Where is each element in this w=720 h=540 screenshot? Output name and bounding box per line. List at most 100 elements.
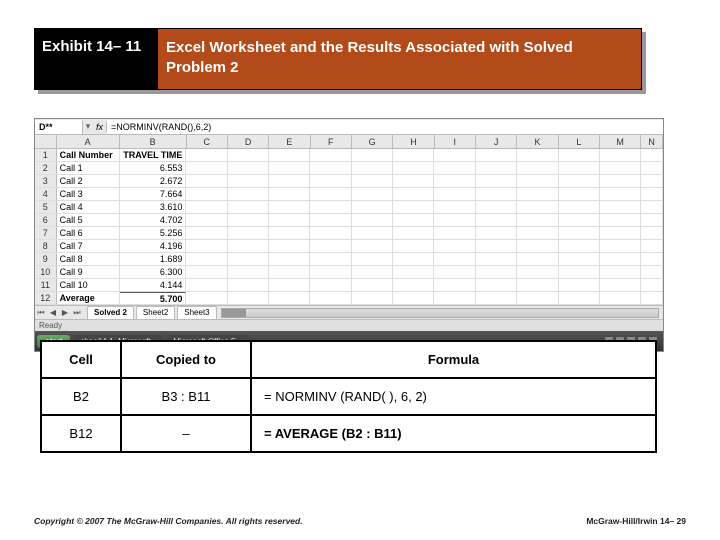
cell-a: Call 2 (57, 175, 120, 187)
td-cell: B12 (41, 415, 121, 452)
cell-empty (600, 201, 641, 213)
cell-empty (434, 188, 475, 200)
cell-empty (517, 214, 558, 226)
cell-empty (559, 279, 600, 291)
cell-empty (310, 175, 351, 187)
cell-empty (476, 240, 517, 252)
cell-empty (476, 175, 517, 187)
cell-empty (269, 188, 310, 200)
cell-a: Call 1 (57, 162, 120, 174)
cell-empty (310, 292, 351, 304)
cell-empty (476, 162, 517, 174)
row-header: 10 (35, 266, 57, 278)
cell-empty (641, 149, 663, 161)
formula-bar: D** ▾ fx =NORMINV(RAND(),6,2) (35, 119, 663, 135)
cell-empty (352, 188, 393, 200)
row-header: 4 (35, 188, 57, 200)
cell-empty (228, 227, 269, 239)
cell-empty (641, 240, 663, 252)
cell-empty (434, 201, 475, 213)
cell-a: Call 8 (57, 253, 120, 265)
row-header: 1 (35, 149, 57, 161)
cell-empty (434, 253, 475, 265)
cell-empty (186, 227, 227, 239)
cell-empty (269, 162, 310, 174)
cell-empty (559, 240, 600, 252)
cell-empty (517, 162, 558, 174)
cell-empty (641, 292, 663, 304)
td-formula: = AVERAGE (B2 : B11) (251, 415, 656, 452)
col-header-b: B (120, 135, 187, 148)
cell-empty (393, 253, 434, 265)
col-header-a: A (57, 135, 120, 148)
cell-empty (434, 162, 475, 174)
cell-b: TRAVEL TIME (120, 149, 187, 161)
cell-empty (352, 201, 393, 213)
row-header: 11 (35, 279, 57, 291)
cell-empty (269, 201, 310, 213)
copyright: Copyright © 2007 The McGraw-Hill Compani… (34, 516, 303, 526)
cell-empty (186, 292, 227, 304)
table-row: 1Call NumberTRAVEL TIME (35, 149, 663, 162)
cell-empty (186, 188, 227, 200)
cell-empty (393, 162, 434, 174)
cell-empty (600, 214, 641, 226)
tab-nav-last-icon: ⏭ (71, 308, 83, 318)
cell-empty (310, 201, 351, 213)
cell-empty (434, 175, 475, 187)
cell-empty (393, 240, 434, 252)
cell-empty (517, 266, 558, 278)
cell-b: 4.196 (120, 240, 187, 252)
cell-empty (269, 175, 310, 187)
cell-empty (310, 279, 351, 291)
cell-empty (641, 201, 663, 213)
row-header: 8 (35, 240, 57, 252)
status-bar: Ready (35, 319, 663, 331)
cell-empty (393, 175, 434, 187)
row-header: 2 (35, 162, 57, 174)
cell-empty (186, 214, 227, 226)
col-header-e: E (269, 135, 310, 148)
cell-empty (352, 227, 393, 239)
col-header-g: G (352, 135, 393, 148)
cell-empty (310, 149, 351, 161)
cell-empty (310, 188, 351, 200)
cell-empty (559, 162, 600, 174)
sheet-tab-2: Sheet2 (136, 306, 175, 319)
cell-b: 5.700 (120, 292, 187, 304)
cell-b: 4.144 (120, 279, 187, 291)
grid-body: 1Call NumberTRAVEL TIME2Call 16.5533Call… (35, 149, 663, 305)
td-cell: B2 (41, 378, 121, 415)
cell-a: Average (57, 292, 120, 304)
cell-b: 7.664 (120, 188, 187, 200)
td-copied: – (121, 415, 251, 452)
cell-empty (517, 279, 558, 291)
cell-empty (228, 175, 269, 187)
row-header: 3 (35, 175, 57, 187)
table-row: 9Call 81.689 (35, 253, 663, 266)
row-header: 9 (35, 253, 57, 265)
col-header-h: H (393, 135, 434, 148)
cell-empty (600, 175, 641, 187)
cell-b: 5.256 (120, 227, 187, 239)
cell-empty (641, 175, 663, 187)
cell-empty (310, 266, 351, 278)
cell-empty (476, 227, 517, 239)
table-row: 11Call 104.144 (35, 279, 663, 292)
cell-empty (352, 175, 393, 187)
cell-empty (476, 149, 517, 161)
cell-empty (352, 240, 393, 252)
cell-empty (269, 227, 310, 239)
th-cell: Cell (41, 341, 121, 378)
table-row: 5Call 43.610 (35, 201, 663, 214)
cell-empty (393, 201, 434, 213)
cell-empty (310, 240, 351, 252)
cell-empty (600, 188, 641, 200)
cell-empty (393, 292, 434, 304)
sheet-tabs: ⏮ ◀ ▶ ⏭ Solved 2 Sheet2 Sheet3 (35, 305, 663, 319)
cell-empty (393, 227, 434, 239)
td-copied: B3 : B11 (121, 378, 251, 415)
fx-icon: fx (93, 122, 107, 132)
cell-empty (600, 227, 641, 239)
exhibit-label: Exhibit 14– 11 (42, 38, 141, 55)
